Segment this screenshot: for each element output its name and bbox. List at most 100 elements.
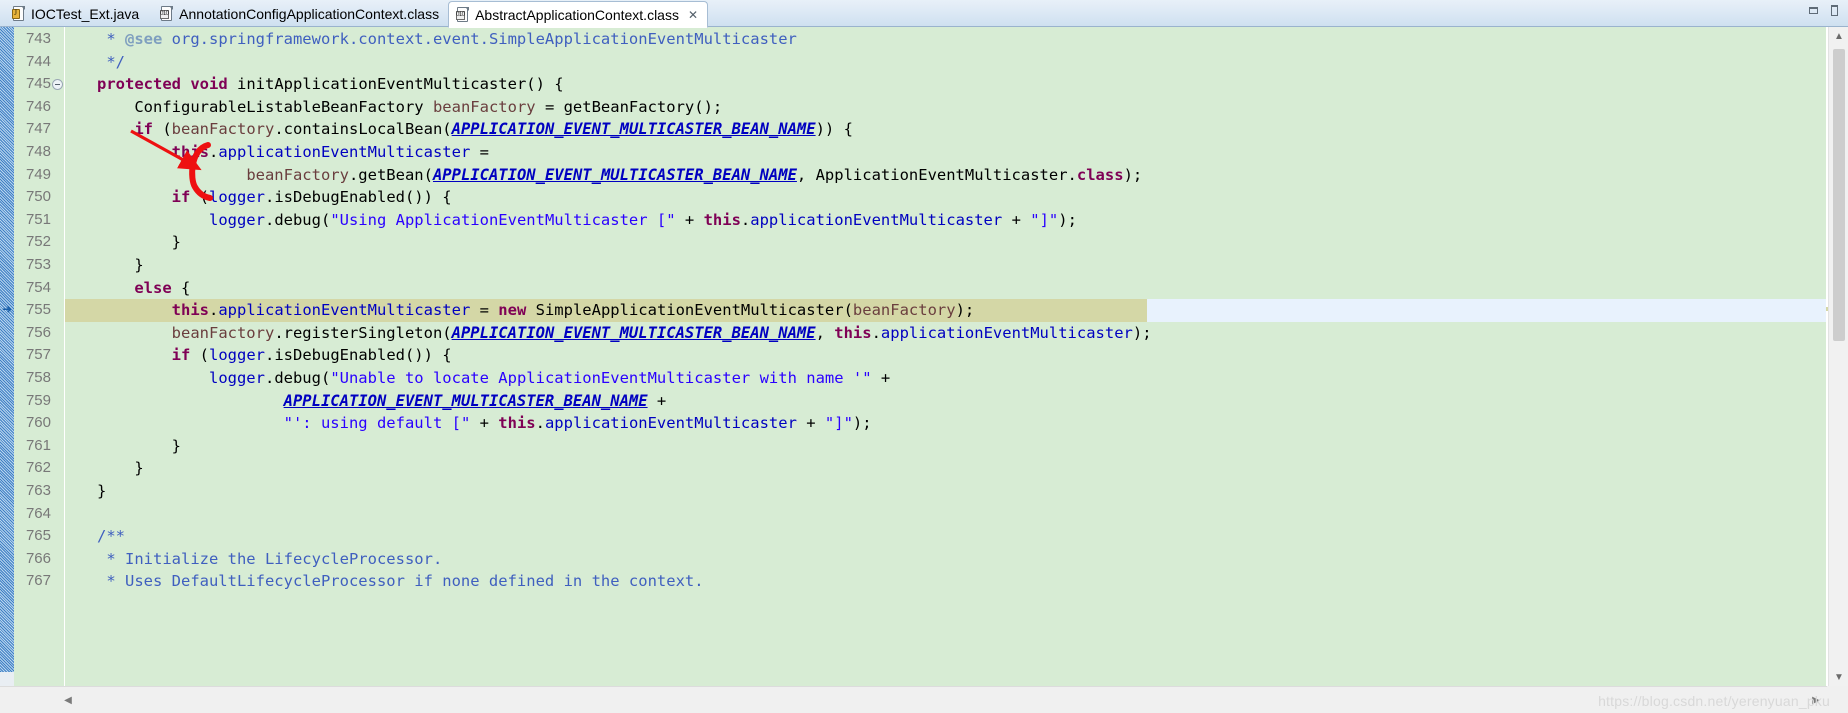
editor-tab-2[interactable]: AnnotationConfigApplicationContext.class	[148, 0, 448, 27]
editor-tab-1[interactable]: IOCTest_Ext.java	[0, 0, 148, 27]
code-token: .	[535, 414, 545, 433]
code-line[interactable]: this.applicationEventMulticaster =	[65, 141, 1826, 164]
code-token: applicationEventMulticaster	[544, 414, 797, 433]
code-token: "]"	[824, 414, 853, 433]
line-number: 744	[25, 52, 51, 70]
code-token: APPLICATION_EVENT_MULTICASTER_BEAN_NAME	[283, 391, 648, 410]
code-line-text: APPLICATION_EVENT_MULTICASTER_BEAN_NAME …	[65, 390, 667, 413]
overview-marker[interactable]	[1826, 307, 1828, 311]
code-line-text: * Uses DefaultLifecycleProcessor if none…	[65, 570, 703, 593]
code-line[interactable]: }	[65, 254, 1826, 277]
code-token: if	[134, 120, 153, 139]
code-line[interactable]: }	[65, 435, 1826, 458]
code-line[interactable]: "': using default [" + this.applicationE…	[65, 412, 1826, 435]
code-line-text: * Initialize the LifecycleProcessor.	[65, 548, 442, 571]
code-token: SimpleApplicationEventMulticaster(	[526, 301, 853, 320]
code-line[interactable]: */	[65, 51, 1826, 74]
line-number: 755	[25, 301, 51, 319]
code-line[interactable]: else {	[65, 277, 1826, 300]
vertical-scroll-thumb[interactable]	[1833, 49, 1845, 341]
code-token: else	[134, 278, 172, 297]
code-line[interactable]: beanFactory.registerSingleton(APPLICATIO…	[65, 322, 1826, 345]
code-line[interactable]: if (beanFactory.containsLocalBean(APPLIC…	[65, 118, 1826, 141]
line-number: 749	[25, 165, 51, 183]
code-fold-toggle-icon[interactable]	[52, 79, 63, 91]
maximize-icon[interactable]	[1829, 5, 1840, 16]
code-token: = getBeanFactory();	[535, 97, 723, 116]
code-line[interactable]: * Initialize the LifecycleProcessor.	[65, 548, 1826, 571]
line-number: 750	[25, 188, 51, 206]
code-token: logger	[208, 369, 265, 387]
code-token: +	[647, 391, 667, 410]
code-token: APPLICATION_EVENT_MULTICASTER_BEAN_NAME	[432, 165, 797, 184]
horizontal-scroll-thumb[interactable]	[78, 693, 1618, 707]
code-token: }	[69, 256, 144, 274]
code-token: class	[1076, 165, 1124, 184]
horizontal-scrollbar[interactable]: ◀ ▶	[0, 686, 1848, 713]
code-token: .registerSingleton(	[274, 323, 452, 342]
line-number: 767	[25, 572, 51, 590]
code-line-text: if (logger.isDebugEnabled()) {	[65, 344, 452, 367]
code-line[interactable]: ConfigurableListableBeanFactory beanFact…	[65, 96, 1826, 119]
code-token: applicationEventMulticaster	[218, 301, 471, 320]
code-line-text: */	[65, 51, 125, 74]
code-editor[interactable]: ➜ 743 744 745 746 747 748 749 750 751 752 753 754 75…	[0, 27, 1848, 686]
code-line[interactable]: }	[65, 231, 1826, 254]
class-file-icon	[456, 7, 470, 22]
code-line[interactable]: if (logger.isDebugEnabled()) {	[65, 344, 1826, 367]
code-token: .isDebugEnabled()) {	[265, 346, 452, 365]
line-number: 761	[25, 436, 51, 454]
code-text-area[interactable]: * @see org.springframework.context.event…	[65, 27, 1826, 686]
code-line[interactable]: protected void initApplicationEventMulti…	[65, 73, 1826, 96]
code-line[interactable]: /**	[65, 525, 1826, 548]
code-token: "Unable to locate ApplicationEventMultic…	[330, 369, 872, 387]
code-token: .getBean(	[348, 165, 433, 184]
line-number: 762	[25, 459, 51, 477]
code-token: APPLICATION_EVENT_MULTICASTER_BEAN_NAME	[451, 120, 816, 139]
code-token: if	[171, 346, 191, 365]
code-line-text: }	[65, 435, 181, 458]
editor-tab-3[interactable]: AbstractApplicationContext.class ✕	[448, 1, 709, 28]
code-line[interactable]: this.applicationEventMulticaster = new S…	[65, 299, 1826, 322]
code-line[interactable]: * Uses DefaultLifecycleProcessor if none…	[65, 570, 1826, 593]
code-line-text: logger.debug("Using ApplicationEventMult…	[65, 209, 1077, 232]
code-line[interactable]: if (logger.isDebugEnabled()) {	[65, 186, 1826, 209]
horizontal-scroll-track[interactable]	[78, 693, 1806, 707]
code-token: );	[1058, 210, 1077, 229]
scroll-up-icon[interactable]: ▲	[1829, 27, 1848, 45]
line-number: 763	[25, 482, 51, 499]
code-token: APPLICATION_EVENT_MULTICASTER_BEAN_NAME	[451, 323, 816, 342]
code-line[interactable]: beanFactory.getBean(APPLICATION_EVENT_MU…	[65, 164, 1826, 187]
code-line[interactable]: }	[65, 480, 1826, 503]
vertical-scrollbar[interactable]: ▲ ▼	[1828, 27, 1848, 686]
minimize-icon[interactable]	[1808, 5, 1819, 16]
code-token: *	[106, 30, 125, 48]
code-token: beanFactory	[432, 97, 536, 116]
code-token: logger	[208, 210, 265, 229]
code-token: /**	[97, 527, 125, 546]
code-line[interactable]	[65, 503, 1826, 526]
code-token: this	[171, 301, 209, 320]
code-token: ,	[815, 323, 835, 342]
overview-ruler[interactable]	[1826, 27, 1828, 686]
line-number: 751	[25, 210, 51, 228]
code-token: applicationEventMulticaster	[750, 210, 1003, 229]
line-number-ruler: 743 744 745 746 747 748 749 750 751 752 753 754 755 7…	[14, 27, 65, 686]
line-number: 746	[25, 97, 51, 115]
eclipse-editor-window: IOCTest_Ext.java AnnotationConfigApplicat…	[0, 0, 1848, 713]
code-line[interactable]: logger.debug("Unable to locate Applicati…	[65, 367, 1826, 390]
scrollbar-corner	[1827, 686, 1848, 713]
code-line[interactable]: }	[65, 457, 1826, 480]
scroll-down-icon[interactable]: ▼	[1829, 668, 1848, 686]
tab-close-icon[interactable]: ✕	[688, 9, 698, 21]
code-line[interactable]: logger.debug("Using ApplicationEventMult…	[65, 209, 1826, 232]
code-token: .	[871, 323, 881, 342]
code-line[interactable]: APPLICATION_EVENT_MULTICASTER_BEAN_NAME …	[65, 390, 1826, 413]
scroll-left-icon[interactable]: ◀	[58, 687, 78, 713]
code-line-text: /**	[65, 525, 125, 548]
code-line[interactable]: * @see org.springframework.context.event…	[65, 28, 1826, 51]
